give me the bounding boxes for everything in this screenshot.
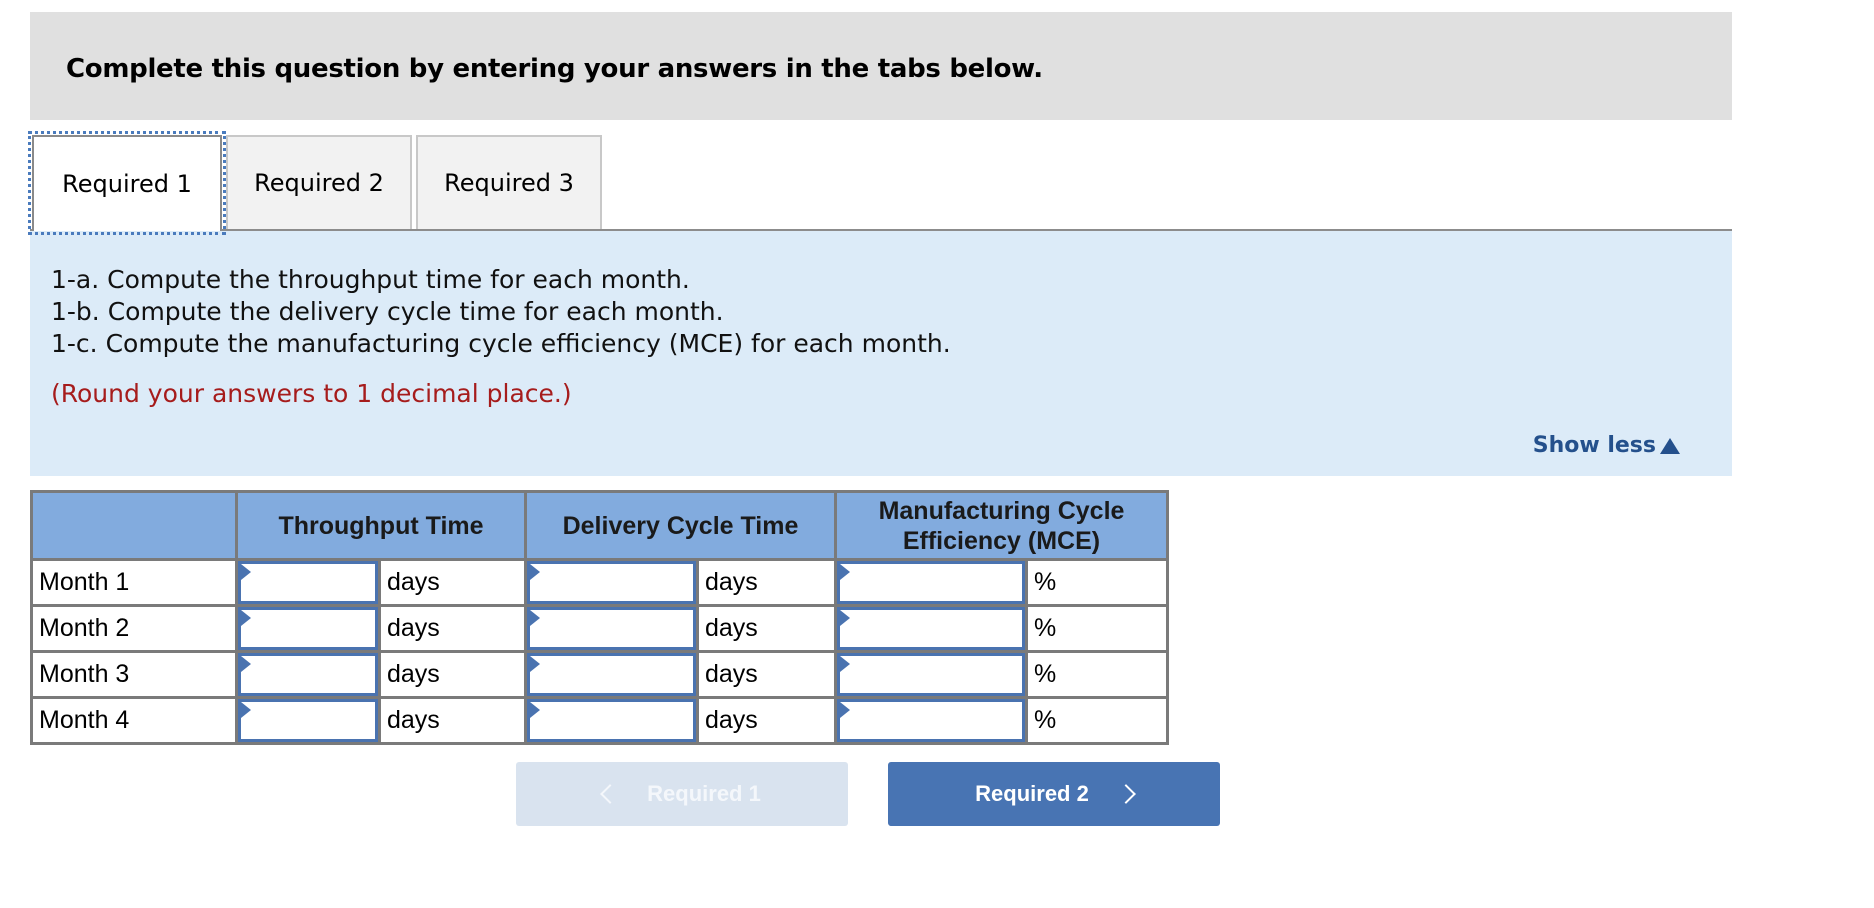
unit-label: days: [378, 650, 527, 699]
unit-label: days: [696, 696, 837, 745]
mce-cell: [834, 558, 1028, 607]
header-mce: Manufacturing Cycle Efficiency (MCE): [834, 490, 1169, 561]
instruction-1c: 1-c. Compute the manufacturing cycle eff…: [51, 329, 951, 358]
tab-label: Required 1: [62, 170, 192, 198]
header-mce-line1: Manufacturing Cycle: [878, 496, 1125, 525]
table-row: Month 2 days days %: [30, 604, 1169, 653]
header-blank: [30, 490, 238, 561]
mce-input-month-1[interactable]: [837, 561, 1025, 604]
delivery-input-month-4[interactable]: [527, 699, 696, 742]
chevron-left-icon: [600, 784, 621, 804]
tab-label: Required 3: [444, 169, 574, 197]
triangle-up-icon: [1660, 437, 1680, 454]
header-throughput-time: Throughput Time: [235, 490, 527, 561]
unit-label: %: [1025, 558, 1169, 607]
chevron-right-icon: [1115, 784, 1136, 804]
prev-button-label: Required 1: [647, 781, 761, 806]
unit-label: days: [696, 604, 837, 653]
unit-label: days: [696, 650, 837, 699]
throughput-input-month-4[interactable]: [238, 699, 378, 742]
delivery-cell: [524, 558, 699, 607]
row-label: Month 3: [30, 650, 238, 699]
throughput-cell: [235, 696, 381, 745]
row-label: Month 2: [30, 604, 238, 653]
throughput-input-month-1[interactable]: [238, 561, 378, 604]
delivery-cell: [524, 604, 699, 653]
mce-input-month-4[interactable]: [837, 699, 1025, 742]
unit-label: days: [696, 558, 837, 607]
mce-input-month-3[interactable]: [837, 653, 1025, 696]
mce-cell: [834, 650, 1028, 699]
tab-required-1[interactable]: Required 1: [28, 131, 226, 235]
mce-input-month-2[interactable]: [837, 607, 1025, 650]
delivery-input-month-2[interactable]: [527, 607, 696, 650]
throughput-input-month-3[interactable]: [238, 653, 378, 696]
delivery-cell: [524, 696, 699, 745]
delivery-input-month-3[interactable]: [527, 653, 696, 696]
rounding-note: (Round your answers to 1 decimal place.): [51, 379, 572, 408]
tab-label: Required 2: [254, 169, 384, 197]
next-required-button[interactable]: Required 2: [888, 762, 1220, 826]
instructions-panel: 1-a. Compute the throughput time for eac…: [30, 231, 1732, 476]
next-button-label: Required 2: [975, 781, 1089, 806]
throughput-cell: [235, 650, 381, 699]
throughput-cell: [235, 604, 381, 653]
tab-required-2[interactable]: Required 2: [226, 135, 412, 229]
throughput-cell: [235, 558, 381, 607]
unit-label: days: [378, 604, 527, 653]
unit-label: %: [1025, 696, 1169, 745]
unit-label: %: [1025, 604, 1169, 653]
tab-bar: Required 1 Required 2 Required 3: [28, 131, 1732, 235]
unit-label: %: [1025, 650, 1169, 699]
throughput-input-month-2[interactable]: [238, 607, 378, 650]
instruction-1b: 1-b. Compute the delivery cycle time for…: [51, 297, 724, 326]
delivery-input-month-1[interactable]: [527, 561, 696, 604]
unit-label: days: [378, 558, 527, 607]
table-row: Month 3 days days %: [30, 650, 1169, 699]
prev-required-button[interactable]: Required 1: [516, 762, 848, 826]
table-row: Month 4 days days %: [30, 696, 1169, 745]
mce-cell: [834, 696, 1028, 745]
show-less-button[interactable]: Show less: [1533, 433, 1680, 458]
unit-label: days: [378, 696, 527, 745]
tab-required-3[interactable]: Required 3: [416, 135, 602, 229]
question-title: Complete this question by entering your …: [66, 54, 1043, 84]
question-header: Complete this question by entering your …: [30, 12, 1732, 120]
row-label: Month 4: [30, 696, 238, 745]
delivery-cell: [524, 650, 699, 699]
answer-table: Throughput Time Delivery Cycle Time Manu…: [30, 490, 1169, 745]
row-label: Month 1: [30, 558, 238, 607]
table-header-row: Throughput Time Delivery Cycle Time Manu…: [30, 490, 1169, 561]
instruction-1a: 1-a. Compute the throughput time for eac…: [51, 265, 690, 294]
show-less-label: Show less: [1532, 433, 1656, 458]
mce-cell: [834, 604, 1028, 653]
header-delivery-cycle-time: Delivery Cycle Time: [524, 490, 837, 561]
header-mce-line2: Efficiency (MCE): [902, 526, 1101, 555]
table-row: Month 1 days days %: [30, 558, 1169, 607]
